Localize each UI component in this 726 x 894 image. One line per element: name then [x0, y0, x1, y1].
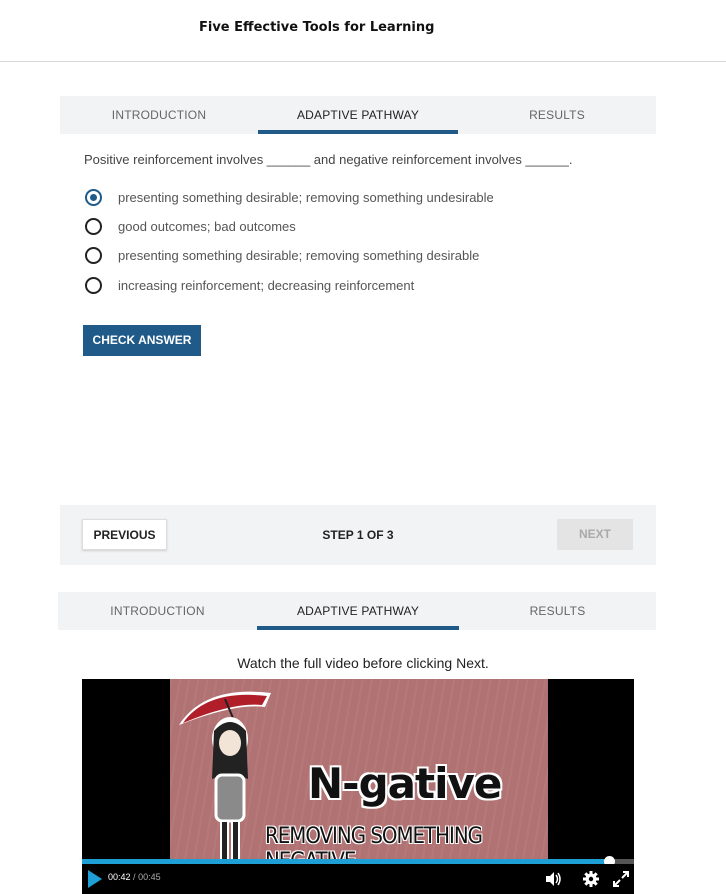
play-icon[interactable] [88, 870, 102, 888]
video-title-text: N-gative [308, 759, 502, 808]
answer-option-label: presenting something desirable; removing… [118, 247, 480, 263]
time-separator: / [133, 872, 136, 882]
answer-option[interactable]: good outcomes; bad outcomes [85, 216, 296, 236]
radio-button[interactable] [85, 217, 102, 235]
answer-option-label: presenting something desirable; removing… [118, 189, 494, 205]
current-time: 00:42 [108, 872, 131, 882]
answer-option[interactable]: presenting something desirable; removing… [85, 187, 494, 207]
check-answer-button[interactable]: CHECK ANSWER [83, 325, 201, 356]
duration: 00:45 [138, 872, 161, 882]
video-instruction: Watch the full video before clicking Nex… [237, 655, 489, 671]
radio-button[interactable] [85, 246, 102, 264]
gear-icon[interactable] [582, 870, 600, 888]
next-button[interactable]: NEXT [557, 519, 633, 550]
tab-adaptive-pathway[interactable]: ADAPTIVE PATHWAY [257, 592, 459, 630]
radio-button[interactable] [85, 276, 102, 294]
video-player[interactable]: N-gative REMOVING SOMETHING NEGATIVE 00:… [82, 679, 634, 894]
tab-results[interactable]: RESULTS [458, 96, 656, 134]
tab-introduction[interactable]: INTRODUCTION [60, 96, 258, 134]
tab-bar-bottom: INTRODUCTION ADAPTIVE PATHWAY RESULTS [58, 592, 656, 630]
active-tab-indicator [257, 626, 459, 630]
fullscreen-icon[interactable] [612, 870, 630, 888]
header-divider [0, 61, 726, 62]
page-title: Five Effective Tools for Learning [199, 20, 435, 35]
tab-bar-top: INTRODUCTION ADAPTIVE PATHWAY RESULTS [60, 96, 656, 134]
answer-option[interactable]: increasing reinforcement; decreasing rei… [85, 275, 414, 295]
active-tab-indicator [258, 130, 458, 134]
video-controls: 00:42 / 00:45 [82, 864, 634, 894]
answer-option[interactable]: presenting something desirable; removing… [85, 245, 479, 265]
tab-introduction[interactable]: INTRODUCTION [58, 592, 257, 630]
question-text: Positive reinforcement involves ______ a… [84, 152, 573, 167]
tab-adaptive-pathway[interactable]: ADAPTIVE PATHWAY [258, 96, 458, 134]
video-time: 00:42 / 00:45 [108, 872, 161, 882]
step-navigation: PREVIOUS STEP 1 OF 3 NEXT [60, 505, 656, 565]
answer-option-label: good outcomes; bad outcomes [118, 218, 296, 234]
volume-icon[interactable] [544, 870, 562, 888]
answer-option-label: increasing reinforcement; decreasing rei… [118, 277, 415, 293]
tab-results[interactable]: RESULTS [459, 592, 656, 630]
radio-button-selected[interactable] [85, 188, 102, 206]
